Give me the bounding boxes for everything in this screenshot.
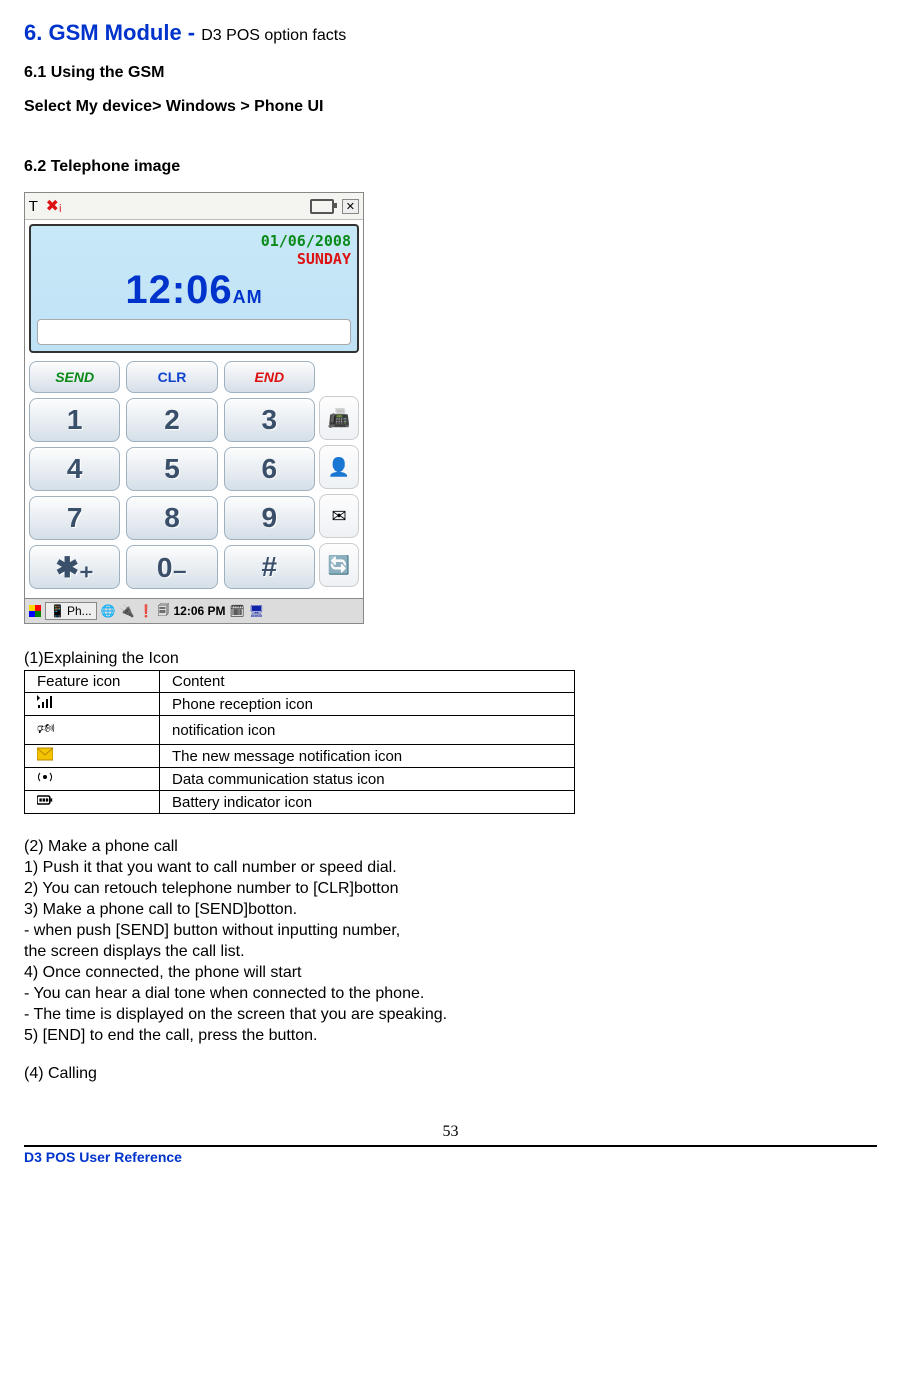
- section-title: 6. GSM Module - D3 POS option facts: [24, 20, 877, 46]
- message-icon[interactable]: ✉: [319, 494, 359, 538]
- clr-button[interactable]: CLR: [126, 361, 217, 393]
- tray-globe-icon: 🌐: [101, 604, 116, 618]
- end-button[interactable]: END: [224, 361, 315, 393]
- step-3b: the screen displays the call list.: [24, 943, 877, 961]
- section-6-1-instr: Select My device> Windows > Phone UI: [24, 98, 877, 116]
- table-row: 🕬 notification icon: [25, 716, 575, 745]
- number-display[interactable]: [37, 319, 351, 345]
- bell-icon: 🕬: [37, 720, 55, 736]
- step-4b: - The time is displayed on the screen th…: [24, 1006, 877, 1024]
- keypad-5[interactable]: 5: [126, 447, 217, 491]
- taskbar-app-label: Ph...: [67, 604, 92, 618]
- phone-statusbar: 𝖳 ✖ᵢ ✕: [25, 193, 363, 220]
- keypad-8[interactable]: 8: [126, 496, 217, 540]
- phone-display: 01/06/2008 SUNDAY 12:06AM: [29, 224, 359, 353]
- keypad-6[interactable]: 6: [224, 447, 315, 491]
- step-2: 2) You can retouch telephone number to […: [24, 880, 877, 898]
- icon-explain-caption: (1)Explaining the Icon: [24, 650, 877, 668]
- step-1: 1) Push it that you want to call number …: [24, 859, 877, 877]
- clock-time: 12:06: [125, 268, 232, 312]
- keypad-3[interactable]: 3: [224, 398, 315, 442]
- phone-ui-screenshot: 𝖳 ✖ᵢ ✕ 01/06/2008 SUNDAY 12:06AM SEND CL…: [24, 192, 364, 624]
- step-5: 5) [END] to end the call, press the butt…: [24, 1027, 877, 1045]
- start-icon[interactable]: [29, 605, 41, 617]
- phone-clock: 12:06AM: [37, 268, 351, 313]
- section-2-title: (2) Make a phone call: [24, 838, 877, 856]
- row-content: notification icon: [160, 716, 575, 745]
- section-4-title: (4) Calling: [24, 1065, 877, 1083]
- close-icon[interactable]: ✕: [342, 199, 359, 214]
- keypad-0[interactable]: 0₋: [126, 545, 217, 589]
- muted-icon: ✖ᵢ: [46, 196, 62, 216]
- battery-icon: [310, 199, 334, 214]
- keypad-star[interactable]: ✱₊: [29, 545, 120, 589]
- signal-icon: [37, 696, 53, 713]
- keypad-1[interactable]: 1: [29, 398, 120, 442]
- step-4: 4) Once connected, the phone will start: [24, 964, 877, 982]
- mail-icon: [37, 748, 53, 765]
- contacts-icon[interactable]: 👤: [319, 445, 359, 489]
- row-content: The new message notification icon: [160, 745, 575, 768]
- antenna-icon: 𝖳: [29, 198, 38, 215]
- sync-icon[interactable]: 🔄: [319, 543, 359, 587]
- keypad-9[interactable]: 9: [224, 496, 315, 540]
- section-6-1-title: 6.1 Using the GSM: [24, 64, 877, 82]
- table-row: Data communication status icon: [25, 768, 575, 791]
- send-button[interactable]: SEND: [29, 361, 120, 393]
- footer-rule: [24, 1145, 877, 1147]
- phone-day: SUNDAY: [37, 250, 351, 268]
- taskbar-clock: 12:06 PM: [174, 604, 226, 618]
- tray-desktop-icon[interactable]: 🖥: [249, 604, 264, 618]
- phone-date: 01/06/2008: [37, 232, 351, 250]
- icon-table-head-feature: Feature icon: [25, 671, 160, 693]
- step-3a: - when push [SEND] button without inputt…: [24, 922, 877, 940]
- battery-icon: [37, 794, 53, 811]
- clock-ampm: AM: [233, 287, 263, 307]
- taskbar-app-button[interactable]: 📱 Ph...: [45, 602, 97, 620]
- step-4a: - You can hear a dial tone when connecte…: [24, 985, 877, 1003]
- phone-taskbar: 📱 Ph... 🌐 🔌 ❗ 🗐 12:06 PM 🗓 🖥: [25, 598, 363, 623]
- title-dash: -: [182, 20, 202, 45]
- row-content: Battery indicator icon: [160, 791, 575, 814]
- table-row: Phone reception icon: [25, 693, 575, 716]
- footer-text: D3 POS User Reference: [24, 1149, 877, 1165]
- icon-table-head-content: Content: [160, 671, 575, 693]
- tray-calendar-icon: 🗓: [230, 604, 245, 618]
- title-main: 6. GSM Module: [24, 20, 182, 45]
- tray-network-icon: 🔌: [120, 604, 135, 618]
- table-row: Battery indicator icon: [25, 791, 575, 814]
- tray-alert-icon: ❗: [139, 604, 154, 618]
- keypad-7[interactable]: 7: [29, 496, 120, 540]
- page-number: 53: [24, 1123, 877, 1141]
- step-3: 3) Make a phone call to [SEND]botton.: [24, 901, 877, 919]
- title-sub: D3 POS option facts: [201, 27, 346, 44]
- section-6-2-title: 6.2 Telephone image: [24, 158, 877, 176]
- row-content: Data communication status icon: [160, 768, 575, 791]
- data-icon: [37, 771, 53, 788]
- tray-doc-icon: 🗐: [158, 601, 170, 622]
- phone-settings-icon[interactable]: 📠: [319, 396, 359, 440]
- table-row: The new message notification icon: [25, 745, 575, 768]
- icon-table: Feature icon Content Phone reception ico…: [24, 670, 575, 814]
- keypad-2[interactable]: 2: [126, 398, 217, 442]
- keypad-hash[interactable]: #: [224, 545, 315, 589]
- keypad-4[interactable]: 4: [29, 447, 120, 491]
- row-content: Phone reception icon: [160, 693, 575, 716]
